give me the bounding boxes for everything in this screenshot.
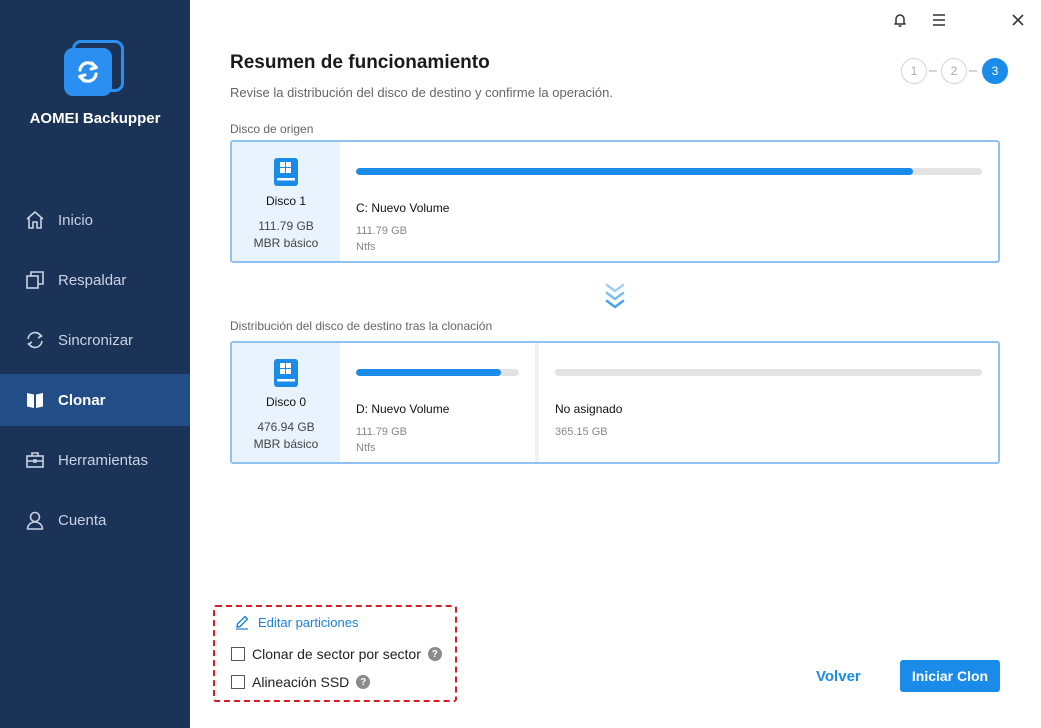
step-indicator-3: 3 [982,58,1008,84]
bell-icon[interactable] [888,8,912,32]
usage-bar [356,168,982,175]
sidebar-item-herramientas[interactable]: Herramientas [0,434,190,486]
partition-d[interactable]: D: Nuevo Volume 111.79 GB Ntfs [340,343,535,462]
source-disk-card[interactable]: Disco 1 111.79 GB MBR básico C: Nuevo Vo… [230,140,1000,263]
tools-icon [24,449,46,471]
backup-icon [24,269,46,291]
ssd-align-option[interactable]: Alineación SSD ? [231,674,371,690]
ssd-align-label: Alineación SSD [252,674,350,690]
destination-disk-label: Distribución del disco de destino tras l… [230,319,493,333]
sector-clone-label: Clonar de sector por sector [252,646,421,662]
back-button[interactable]: Volver [800,666,877,687]
edit-partitions-label: Editar particiones [258,614,359,630]
disk-icon [274,359,298,387]
partition-fs: Ntfs [356,241,376,253]
sync-icon [24,329,46,351]
disk-name: Disco 1 [265,194,306,208]
source-disk-label: Disco de origen [230,122,314,136]
step-indicator-1: 1 [901,58,927,84]
partition-c[interactable]: C: Nuevo Volume 111.79 GB Ntfs [340,142,998,261]
edit-partitions-link[interactable]: Editar particiones [234,614,358,630]
partition-unallocated[interactable]: No asignado 365.15 GB [539,343,998,462]
step-indicator-2: 2 [941,58,967,84]
partition-name: C: Nuevo Volume [356,201,450,215]
sector-clone-option[interactable]: Clonar de sector por sector ? [231,646,442,662]
pencil-icon [236,615,249,630]
disk-size: 476.94 GB [257,420,315,434]
account-icon [24,509,46,531]
usage-bar-fill [356,369,502,376]
usage-bar [356,369,519,376]
home-icon [24,209,46,231]
sidebar-item-label: Respaldar [58,271,127,289]
usage-bar-fill [356,168,914,175]
sidebar-item-sincronizar[interactable]: Sincronizar [0,314,190,366]
sidebar-item-respaldar[interactable]: Respaldar [0,254,190,306]
menu-icon[interactable] [927,8,951,32]
disk-name: Disco 0 [265,395,306,409]
step-connector [929,70,937,72]
app-logo-icon [60,38,126,104]
destination-disk-card[interactable]: Disco 0 476.94 GB MBR básico D: Nuevo Vo… [230,341,1000,464]
source-disk-info: Disco 1 111.79 GB MBR básico [232,142,340,261]
page-title: Resumen de funcionamiento [230,52,490,73]
partition-fs: Ntfs [356,442,376,454]
ssd-align-checkbox[interactable] [231,675,245,689]
partition-size: 111.79 GB [356,225,407,237]
usage-bar [555,369,982,376]
close-icon[interactable] [1006,8,1030,32]
sidebar-item-label: Clonar [58,391,106,409]
disk-type: MBR básico [253,236,319,250]
disk-icon [274,158,298,186]
partition-name: No asignado [555,402,623,416]
sidebar: AOMEI Backupper Inicio Respaldar Sincron… [0,0,190,728]
disk-size: 111.79 GB [258,219,314,233]
sidebar-item-label: Sincronizar [58,331,134,349]
page-subtitle: Revise la distribución del disco de dest… [230,85,613,100]
sidebar-item-label: Cuenta [58,511,107,529]
sidebar-item-label: Inicio [58,211,94,229]
help-icon[interactable]: ? [427,647,442,661]
sector-clone-checkbox[interactable] [231,647,245,661]
step-connector [969,70,977,72]
sidebar-item-label: Herramientas [58,451,149,469]
partition-size: 365.15 GB [555,426,608,438]
sidebar-item-clonar[interactable]: Clonar [0,374,190,426]
destination-disk-info: Disco 0 476.94 GB MBR básico [232,343,340,462]
disk-type: MBR básico [253,437,319,451]
help-icon[interactable]: ? [356,675,371,689]
app-name: AOMEI Backupper [29,110,161,127]
partition-size: 111.79 GB [356,426,407,438]
partition-name: D: Nuevo Volume [356,402,450,416]
sidebar-item-inicio[interactable]: Inicio [0,194,190,246]
chevron-down-icon [605,283,625,309]
sidebar-item-cuenta[interactable]: Cuenta [0,494,190,546]
clone-icon [24,389,46,411]
start-clone-button[interactable]: Iniciar Clon [900,660,1000,692]
